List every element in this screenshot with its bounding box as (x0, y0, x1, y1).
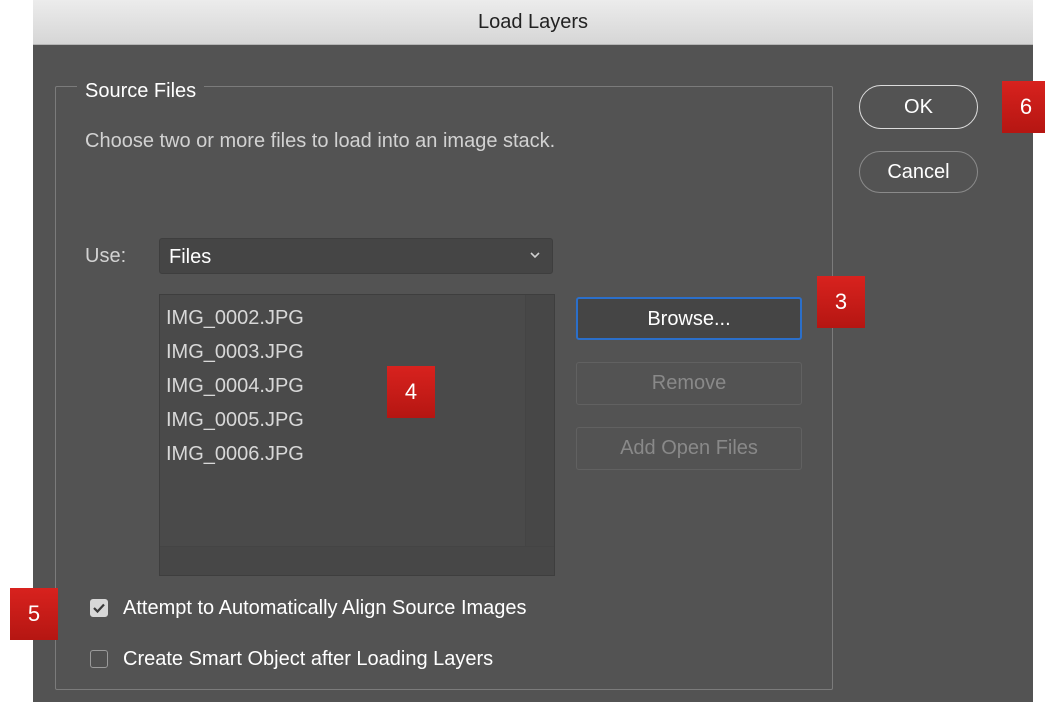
list-item[interactable]: IMG_0002.JPG (166, 301, 304, 335)
list-item[interactable]: IMG_0003.JPG (166, 335, 304, 369)
callout-badge: 5 (10, 588, 58, 640)
callout-badge: 3 (817, 276, 865, 328)
list-item[interactable]: IMG_0006.JPG (166, 437, 304, 471)
horizontal-scrollbar[interactable] (160, 546, 554, 575)
callout-badge: 4 (387, 366, 435, 418)
vertical-scrollbar[interactable] (525, 295, 554, 547)
use-label: Use: (85, 245, 127, 267)
smart-object-checkbox[interactable] (90, 650, 108, 668)
cancel-button[interactable]: Cancel (859, 151, 978, 193)
browse-button[interactable]: Browse... (576, 297, 802, 340)
list-item[interactable]: IMG_0005.JPG (166, 403, 304, 437)
ok-button[interactable]: OK (859, 85, 978, 129)
load-layers-dialog: Load Layers Source Files Choose two or m… (33, 0, 1033, 702)
use-select-value: Files (169, 246, 212, 268)
remove-button[interactable]: Remove (576, 362, 802, 405)
use-select[interactable]: Files (159, 238, 553, 274)
file-list-items: IMG_0002.JPG IMG_0003.JPG IMG_0004.JPG I… (166, 301, 304, 471)
auto-align-checkbox[interactable] (90, 599, 108, 617)
source-files-legend: Source Files (77, 80, 205, 103)
add-open-files-button[interactable]: Add Open Files (576, 427, 802, 470)
source-files-description: Choose two or more files to load into an… (85, 130, 556, 152)
callout-badge: 6 (1002, 81, 1045, 133)
file-list[interactable]: IMG_0002.JPG IMG_0003.JPG IMG_0004.JPG I… (159, 294, 555, 576)
smart-object-label: Create Smart Object after Loading Layers (123, 648, 494, 670)
dialog-title: Load Layers (33, 0, 1033, 45)
chevron-down-icon (530, 252, 540, 259)
list-item[interactable]: IMG_0004.JPG (166, 369, 304, 403)
auto-align-label: Attempt to Automatically Align Source Im… (123, 597, 527, 619)
checkmark-icon (93, 603, 105, 614)
